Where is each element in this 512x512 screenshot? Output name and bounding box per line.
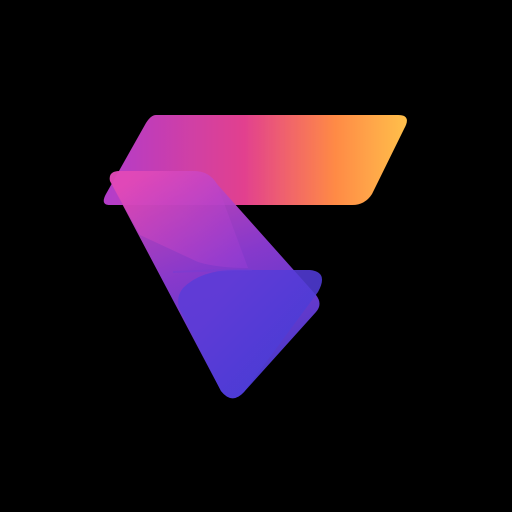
logo-canvas — [0, 0, 512, 512]
right-wing-shape — [178, 270, 323, 399]
abstract-f-logo-icon — [103, 115, 407, 399]
